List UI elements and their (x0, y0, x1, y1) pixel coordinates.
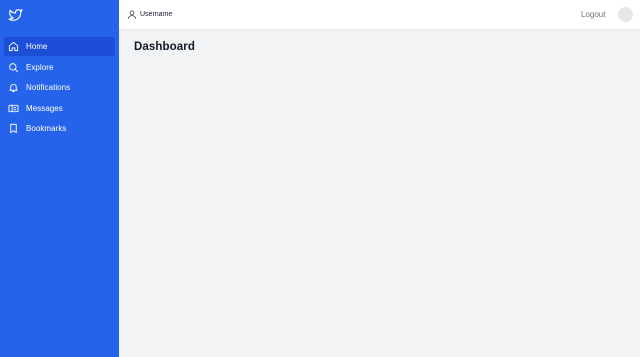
home-icon (8, 41, 19, 52)
sidebar-item-label: Bookmarks (26, 124, 67, 133)
twitter-bird-icon[interactable] (7, 7, 23, 23)
username-label: Username (140, 11, 173, 18)
sidebar-item-label: Home (26, 42, 48, 51)
sidebar-item-bookmarks[interactable]: Bookmarks (4, 119, 115, 138)
bookmark-icon (8, 123, 19, 134)
search-icon (8, 62, 19, 73)
bell-icon (8, 82, 19, 93)
user-icon (127, 9, 137, 20)
sidebar-nav: Home Explore Notifications Messages Book… (4, 37, 115, 140)
top-header: Username Logout (119, 0, 640, 30)
sidebar-item-messages[interactable]: Messages (4, 99, 115, 118)
sidebar-item-home[interactable]: Home (4, 37, 115, 56)
sidebar-item-explore[interactable]: Explore (4, 58, 115, 77)
user-info[interactable]: Username (127, 9, 172, 20)
sidebar: Home Explore Notifications Messages Book… (0, 0, 119, 357)
avatar[interactable] (618, 7, 633, 22)
sidebar-item-label: Notifications (26, 83, 71, 92)
sidebar-item-label: Explore (26, 62, 54, 72)
sidebar-item-notifications[interactable]: Notifications (4, 78, 115, 97)
sidebar-item-label: Messages (26, 103, 63, 113)
inbox-icon (8, 103, 19, 114)
page-title: Dashboard (134, 41, 195, 53)
logout-button[interactable]: Logout (581, 10, 605, 19)
